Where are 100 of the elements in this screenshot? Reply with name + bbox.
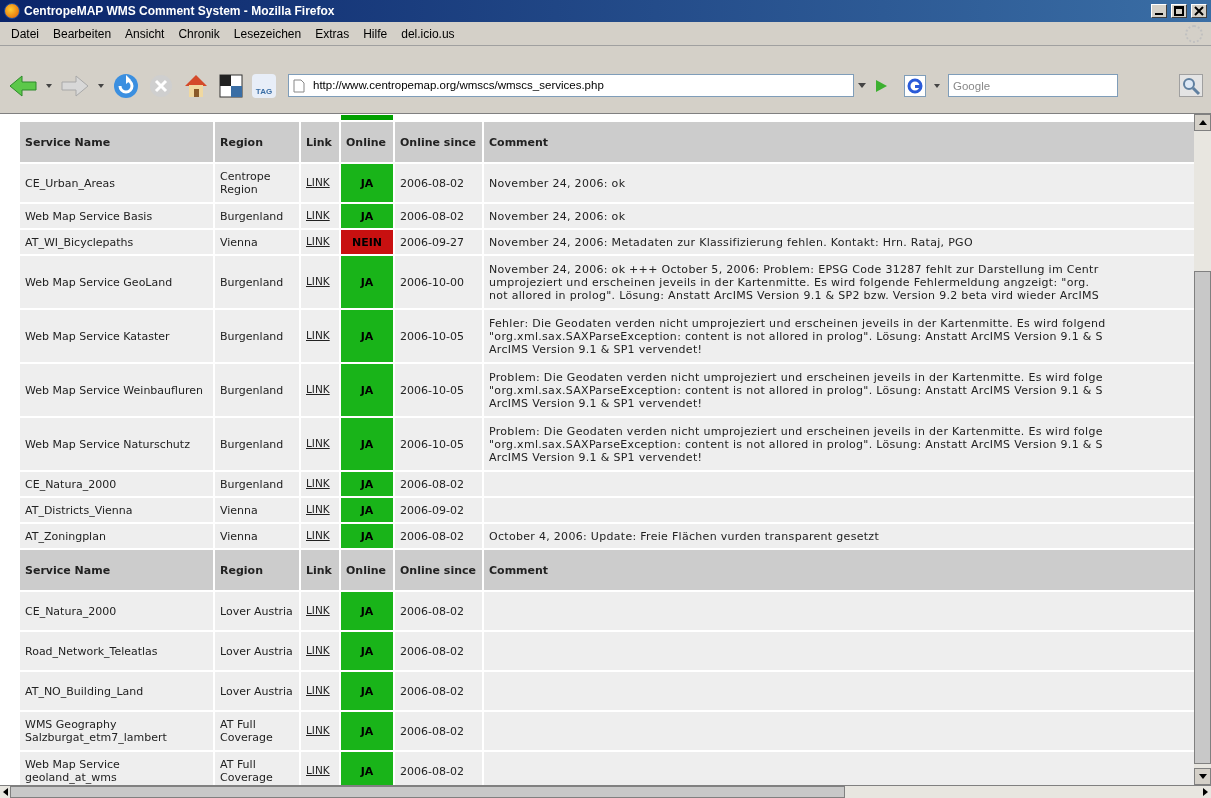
- column-header: Service Name: [20, 122, 213, 162]
- status-cell: JA: [341, 364, 393, 416]
- comment-text: October 4, 2006: Update: Freie Flächen vurden transparent gesetzt: [489, 529, 880, 543]
- horizontal-scrollbar[interactable]: [0, 785, 1211, 798]
- comment-text: not allored in prolog". Lösung: Anstatt ArcIMS Version 9.1 & SP2 bzw. Version 9.2 beta vird wieder ArcIMS: [489, 288, 1100, 302]
- date-cell: 2006-08-02: [395, 632, 482, 670]
- menu-item[interactable]: Lesezeichen: [226, 22, 309, 45]
- date-cell: 2006-08-02: [395, 472, 482, 496]
- date-cell: 2006-10-05: [395, 310, 482, 362]
- service-name-cell: AT_Districts_Vienna: [20, 498, 213, 522]
- status-cell: JA: [341, 472, 393, 496]
- column-header: Comment: [484, 122, 1194, 162]
- service-name-cell: AT_WI_Bicyclepaths: [20, 230, 213, 254]
- column-header: Comment: [484, 550, 1194, 590]
- comment-text: "org.xml.sax.SAXParseException: content is not allored in prolog". Lösung: Anstatt ArcIMS Version 9.1 & S: [489, 383, 1103, 397]
- dropdown-icon[interactable]: [858, 83, 866, 88]
- region-cell: AT Full Coverage: [215, 752, 299, 785]
- comment-text: umprojeziert und erscheinen jeveils in der Kartenmitte. Es wird folgende Fehlermeldung angzeigt: "org.: [489, 275, 1090, 289]
- date-cell: 2006-08-02: [395, 752, 482, 785]
- service-name-cell: WMS Geography Salzburgat_etm7_lambert: [20, 712, 213, 750]
- address-field[interactable]: http://www.centropemap.org/wmscs/wmscs_services.php: [288, 74, 854, 97]
- region-cell: Lover Austria: [215, 592, 299, 630]
- region-cell: Burgenland: [215, 364, 299, 416]
- date-cell: 2006-10-00: [395, 256, 482, 308]
- search-icon[interactable]: [1179, 74, 1203, 97]
- status-cell: JA: [341, 204, 393, 228]
- region-cell: Vienna: [215, 498, 299, 522]
- column-header: Service Name: [20, 550, 213, 590]
- region-cell: Lover Austria: [215, 632, 299, 670]
- service-name-cell: Web Map Service Basis: [20, 204, 213, 228]
- search-field[interactable]: Google: [948, 74, 1118, 97]
- status-cell: JA: [341, 752, 393, 785]
- service-name-cell: Web Map Service geoland_at_wms: [20, 752, 213, 785]
- status-cell: JA: [341, 524, 393, 548]
- region-cell: Burgenland: [215, 472, 299, 496]
- link[interactable]: LINK: [306, 436, 330, 449]
- page-icon: [293, 78, 305, 93]
- comment-text: "org.xml.sax.SAXParseException: content is not allored in prolog". Lösung: Anstatt ArcIMS Version 9.1 & S: [489, 437, 1103, 451]
- date-cell: 2006-09-27: [395, 230, 482, 254]
- menu-item[interactable]: del.icio.us: [394, 22, 462, 45]
- comment-text: ArcIMS Version 9.1 & SP1 vervendet!: [489, 396, 703, 410]
- menu-item[interactable]: Extras: [308, 22, 357, 45]
- menu-item[interactable]: Chronik: [171, 22, 227, 45]
- region-cell: AT Full Coverage: [215, 712, 299, 750]
- service-name-cell: CE_Urban_Areas: [20, 164, 213, 202]
- dropdown-caret-icon[interactable]: [934, 83, 940, 88]
- service-name-cell: Web Map Service GeoLand: [20, 256, 213, 308]
- region-cell: Centrope Region: [215, 164, 299, 202]
- service-name-cell: Web Map Service Kataster: [20, 310, 213, 362]
- menu-item[interactable]: Ansicht: [118, 22, 172, 45]
- tag-button[interactable]: TAG: [252, 73, 276, 98]
- date-cell: 2006-08-02: [395, 164, 482, 202]
- column-header: Online since: [395, 122, 482, 162]
- status-cell: JA: [341, 164, 393, 202]
- region-cell: Burgenland: [215, 310, 299, 362]
- date-cell: 2006-10-05: [395, 364, 482, 416]
- maximize-icon[interactable]: [1171, 4, 1187, 18]
- status-cell: JA: [341, 310, 393, 362]
- region-cell: Lover Austria: [215, 672, 299, 710]
- dropdown-caret-icon[interactable]: [46, 83, 52, 88]
- date-cell: 2006-08-02: [395, 524, 482, 548]
- status-cell: JA: [341, 418, 393, 470]
- reload-icon[interactable]: [112, 71, 140, 100]
- close-icon[interactable]: [1191, 4, 1207, 18]
- status-cell: JA: [341, 712, 393, 750]
- menu-item[interactable]: Datei: [4, 22, 46, 45]
- service-name-cell: CE_Natura_2000: [20, 472, 213, 496]
- link[interactable]: LINK: [306, 274, 330, 287]
- comment-text: Fehler: Die Geodaten verden nicht umprojeziert und erscheinen jeveils in der Kartenmitte. Es wird folgend: [489, 316, 1106, 330]
- column-header: Online since: [395, 550, 482, 590]
- region-cell: Burgenland: [215, 256, 299, 308]
- date-cell: 2006-08-02: [395, 712, 482, 750]
- column-header: Online: [341, 122, 393, 162]
- column-header: Link: [301, 122, 339, 162]
- comment-text: Problem: Die Geodaten verden nicht umprojeziert und erscheinen jeveils in der Kartenmitte. Es wird folge: [489, 370, 1103, 384]
- minimize-icon[interactable]: [1151, 4, 1167, 18]
- service-name-cell: Road_Network_Teleatlas: [20, 632, 213, 670]
- vertical-scrollbar[interactable]: [1194, 114, 1211, 785]
- comment-text: November 24, 2006: ok +++ October 5, 2006: Problem: EPSG Code 31287 fehlt zur Darstellung im Centr: [489, 262, 1099, 276]
- column-header: Region: [215, 122, 299, 162]
- column-header: Link: [301, 550, 339, 590]
- scroll-thumb[interactable]: [1194, 271, 1211, 764]
- date-cell: 2006-08-02: [395, 672, 482, 710]
- link[interactable]: LINK: [306, 382, 330, 395]
- menu-item[interactable]: Bearbeiten: [46, 22, 119, 45]
- menu-item[interactable]: Hilfe: [356, 22, 395, 45]
- scroll-up-icon[interactable]: [1194, 114, 1211, 131]
- status-cell: JA: [341, 256, 393, 308]
- window-icon[interactable]: [218, 72, 244, 99]
- comment-text: November 24, 2006: Metadaten zur Klassifizierung fehlen. Kontakt: Hrn. Rataj, PGO: [489, 235, 973, 249]
- scroll-thumb[interactable]: [10, 786, 845, 798]
- date-cell: 2006-08-02: [395, 204, 482, 228]
- service-name-cell: AT_NO_Building_Land: [20, 672, 213, 710]
- scroll-down-icon[interactable]: [1194, 768, 1211, 785]
- search-engine-button[interactable]: [904, 74, 926, 97]
- link[interactable]: LINK: [306, 328, 330, 341]
- dropdown-caret-icon[interactable]: [98, 83, 104, 88]
- status-cell: JA: [341, 592, 393, 630]
- comment-text: November 24, 2006: ok: [489, 176, 626, 190]
- column-header: Online: [341, 550, 393, 590]
